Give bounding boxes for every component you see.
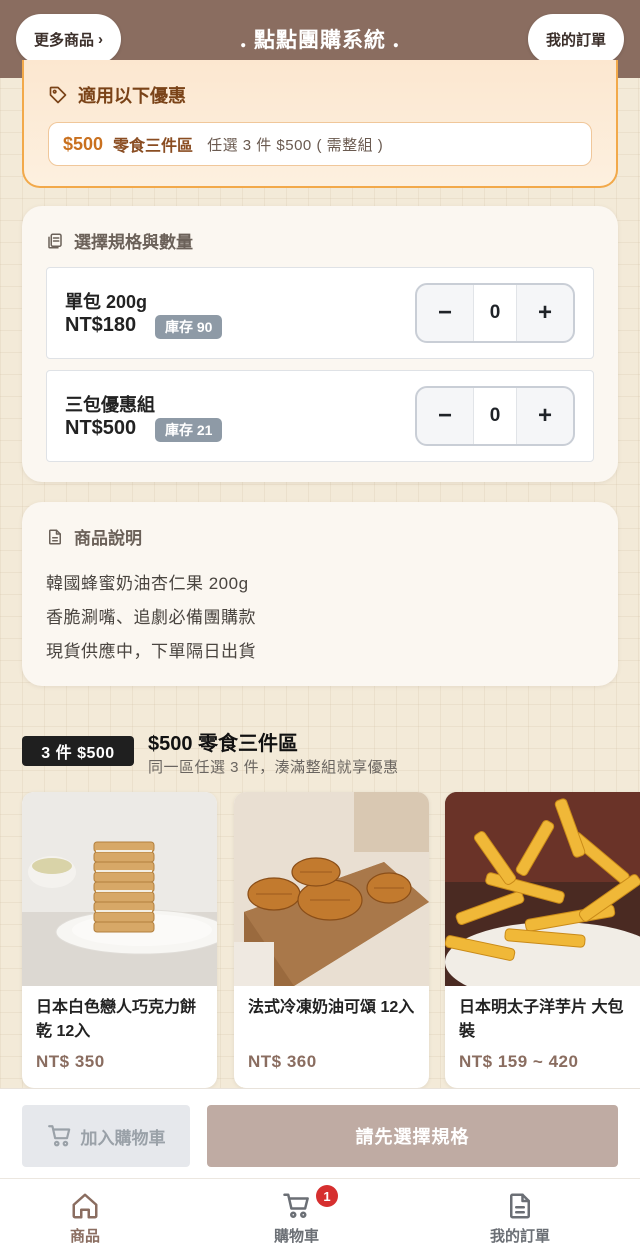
clipboard-icon xyxy=(48,233,62,248)
product-card[interactable]: 日本白色戀人巧克力餅乾 12入 NT$ 350 xyxy=(22,792,217,1088)
nav-label: 購物車 xyxy=(274,1228,320,1245)
nav-item-cart[interactable]: 1 購物車 xyxy=(274,1185,338,1246)
more-products-button[interactable]: 更多商品 › xyxy=(16,14,121,64)
product-card[interactable]: 法式冷凍奶油可頌 12入 NT$ 360 xyxy=(234,792,429,1088)
bundle-badge: 3 件 $500 xyxy=(22,736,134,766)
quantity-stepper: − 0 + xyxy=(415,283,575,343)
nav-label: 我的訂單 xyxy=(490,1228,551,1245)
document-icon xyxy=(510,1193,530,1219)
product-image-croissants xyxy=(234,792,429,986)
nav-item-products[interactable]: 商品 xyxy=(70,1191,100,1246)
product-name: 法式冷凍奶油可頌 12入 xyxy=(248,999,415,1016)
cart-icon xyxy=(47,1125,70,1147)
coupon-name: 零食三件區 xyxy=(113,138,194,155)
coupon-chip[interactable]: $500 零食三件區 任選 3 件 $500 ( 需整組 ) xyxy=(48,122,592,166)
nav-label: 商品 xyxy=(70,1228,101,1245)
add-to-cart-label: 加入購物車 xyxy=(80,1128,166,1148)
description-line: 韓國蜂蜜奶油杏仁果 200g xyxy=(46,574,249,593)
product-name: 日本明太子洋芋片 大包裝 xyxy=(459,999,624,1040)
coupon-title: 適用以下優惠 xyxy=(78,86,186,106)
stock-badge: 庫存 21 xyxy=(155,418,223,442)
document-icon xyxy=(49,529,61,544)
variant-price: NT$180 xyxy=(65,314,137,336)
variant-price: NT$500 xyxy=(65,417,137,439)
product-image-cookies xyxy=(22,792,217,986)
coupon-header: 適用以下優惠 xyxy=(48,82,592,108)
cart-count-badge: 1 xyxy=(316,1185,338,1207)
chevron-right-icon: › xyxy=(98,30,103,48)
description-panel: 商品說明 韓國蜂蜜奶油杏仁果 200g 香脆涮嘴、追劇必備團購款 現貨供應中，下… xyxy=(22,502,618,686)
description-title: 商品說明 xyxy=(74,529,142,548)
quantity-stepper: − 0 + xyxy=(415,386,575,446)
action-bar: 加入購物車 請先選擇規格 xyxy=(0,1088,640,1178)
description-header: 商品說明 xyxy=(46,524,594,549)
my-orders-button[interactable]: 我的訂單 xyxy=(528,14,624,64)
product-name: 日本白色戀人巧克力餅乾 12入 xyxy=(36,999,197,1040)
variant-row: 三包優惠組 NT$500 庫存 21 − 0 + xyxy=(46,370,594,462)
bundle-subtitle: 同一區任選 3 件，湊滿整組就享優惠 xyxy=(148,759,399,776)
add-to-cart-button[interactable]: 加入購物車 xyxy=(22,1105,190,1167)
product-price: NT$ 360 xyxy=(248,1052,317,1071)
home-icon xyxy=(72,1193,98,1219)
coupon-desc: 任選 3 件 $500 ( 需整組 ) xyxy=(207,136,384,154)
quantity-value[interactable]: 0 xyxy=(473,388,517,444)
select-spec-button[interactable]: 請先選擇規格 xyxy=(207,1105,618,1167)
coupon-card: 適用以下優惠 $500 零食三件區 任選 3 件 $500 ( 需整組 ) xyxy=(22,60,618,188)
page-title: . 點點團購系統. xyxy=(239,27,401,53)
variant-row: 單包 200g NT$180 庫存 90 − 0 + xyxy=(46,267,594,359)
description-line: 現貨供應中，下單隔日出貨 xyxy=(46,642,256,661)
bundle-title: $500 零食三件區 xyxy=(148,733,299,755)
spec-header: 選擇規格與數量 xyxy=(46,228,594,253)
nav-item-orders[interactable]: 我的訂單 xyxy=(490,1191,550,1246)
decrease-button[interactable]: − xyxy=(417,285,473,341)
spec-panel: 選擇規格與數量 單包 200g NT$180 庫存 90 − 0 + 三包優惠組… xyxy=(22,206,618,482)
bottom-nav: 商品 1 購物車 我的訂單 xyxy=(0,1178,640,1252)
description-text: 韓國蜂蜜奶油杏仁果 200g 香脆涮嘴、追劇必備團購款 現貨供應中，下單隔日出貨 xyxy=(46,567,594,669)
product-price: NT$ 159 ~ 420 xyxy=(459,1052,579,1071)
increase-button[interactable]: + xyxy=(517,285,573,341)
quantity-value[interactable]: 0 xyxy=(473,285,517,341)
product-price: NT$ 350 xyxy=(36,1052,105,1071)
coupon-price: $500 xyxy=(63,133,104,154)
spec-title: 選擇規格與數量 xyxy=(74,233,193,252)
product-card[interactable]: 日本明太子洋芋片 大包裝 NT$ 159 ~ 420 xyxy=(445,792,640,1088)
tag-icon xyxy=(49,86,67,104)
cart-icon xyxy=(282,1193,309,1218)
variant-name: 三包優惠組 xyxy=(65,395,155,415)
description-line: 香脆涮嘴、追劇必備團購款 xyxy=(46,608,256,627)
increase-button[interactable]: + xyxy=(517,388,573,444)
variant-name: 單包 200g xyxy=(65,292,148,312)
more-products-label: 更多商品 xyxy=(33,31,94,49)
stock-badge: 庫存 90 xyxy=(155,315,223,339)
decrease-button[interactable]: − xyxy=(417,388,473,444)
product-image-fries xyxy=(445,792,640,986)
